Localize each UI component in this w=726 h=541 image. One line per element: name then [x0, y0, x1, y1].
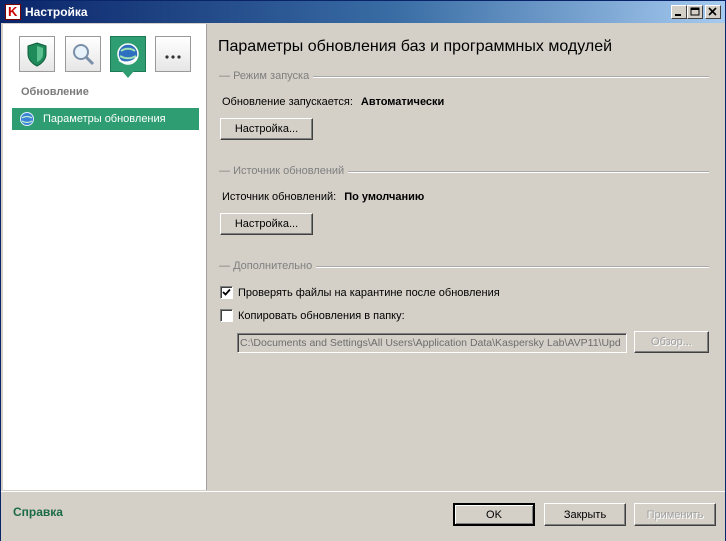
launch-mode-label: Обновление запускается: — [222, 96, 353, 108]
category-scan-button[interactable] — [65, 36, 101, 72]
minimize-button[interactable] — [671, 5, 687, 19]
copy-updates-checkbox[interactable] — [220, 309, 233, 322]
checkmark-icon — [222, 288, 231, 296]
settings-window: K Настройка Обновление Параметры обновле… — [0, 0, 726, 541]
more-icon — [165, 55, 181, 59]
dialog-footer: Справка OK Закрыть Применить — [1, 491, 725, 541]
shield-icon — [27, 42, 47, 67]
launch-mode-group-label: — Режим запуска — [219, 70, 314, 82]
additional-group-label: — Дополнительно — [219, 260, 317, 272]
sidebar-item-label: Параметры обновления — [43, 113, 166, 125]
browse-button[interactable]: Обзор... — [634, 331, 709, 353]
ok-button[interactable]: OK — [453, 503, 535, 526]
kaspersky-logo-icon: K — [5, 4, 21, 20]
main-panel: Параметры обновления баз и программных м… — [207, 24, 725, 490]
close-window-button[interactable] — [705, 5, 721, 19]
update-source-group: — Источник обновлений — [219, 165, 709, 177]
update-folder-path-field[interactable]: C:\Documents and Settings\All Users\Appl… — [237, 333, 627, 353]
help-link[interactable]: Справка — [13, 505, 63, 519]
update-source-label: Источник обновлений: — [222, 191, 337, 203]
launch-mode-value: Автоматически — [360, 96, 445, 108]
check-quarantine-checkbox[interactable] — [220, 286, 233, 299]
title-bar[interactable]: K Настройка — [1, 1, 725, 23]
active-category-pointer — [122, 71, 134, 78]
window-title: Настройка — [25, 5, 88, 19]
close-button[interactable]: Закрыть — [544, 503, 626, 526]
launch-mode-row: Обновление запускается: Автоматически — [222, 96, 444, 108]
globe-update-icon — [117, 43, 139, 65]
launch-settings-button[interactable]: Настройка... — [220, 118, 313, 140]
source-settings-button[interactable]: Настройка... — [220, 213, 313, 235]
copy-updates-label[interactable]: Копировать обновления в папку: — [238, 310, 405, 322]
globe-icon — [20, 112, 34, 126]
update-source-row: Источник обновлений: По умолчанию — [222, 191, 424, 203]
magnifier-icon — [73, 44, 95, 66]
category-update-button[interactable] — [110, 36, 146, 72]
apply-button[interactable]: Применить — [634, 503, 716, 526]
category-protection-button[interactable] — [19, 36, 55, 72]
update-source-value: По умолчанию — [344, 191, 425, 203]
maximize-icon — [690, 7, 700, 16]
sidebar-item-update-settings[interactable]: Параметры обновления — [12, 108, 199, 130]
page-title: Параметры обновления баз и программных м… — [218, 38, 613, 55]
check-quarantine-label[interactable]: Проверять файлы на карантине после обнов… — [238, 287, 500, 299]
sidebar-section-title: Обновление — [21, 86, 89, 98]
category-more-button[interactable] — [155, 36, 191, 72]
minimize-icon — [675, 14, 681, 16]
additional-group: — Дополнительно — [219, 260, 709, 272]
close-icon — [708, 7, 717, 16]
launch-mode-group: — Режим запуска — [219, 70, 709, 82]
update-source-group-label: — Источник обновлений — [219, 165, 349, 177]
sidebar: Обновление Параметры обновления — [3, 24, 207, 490]
maximize-button[interactable] — [687, 5, 703, 19]
